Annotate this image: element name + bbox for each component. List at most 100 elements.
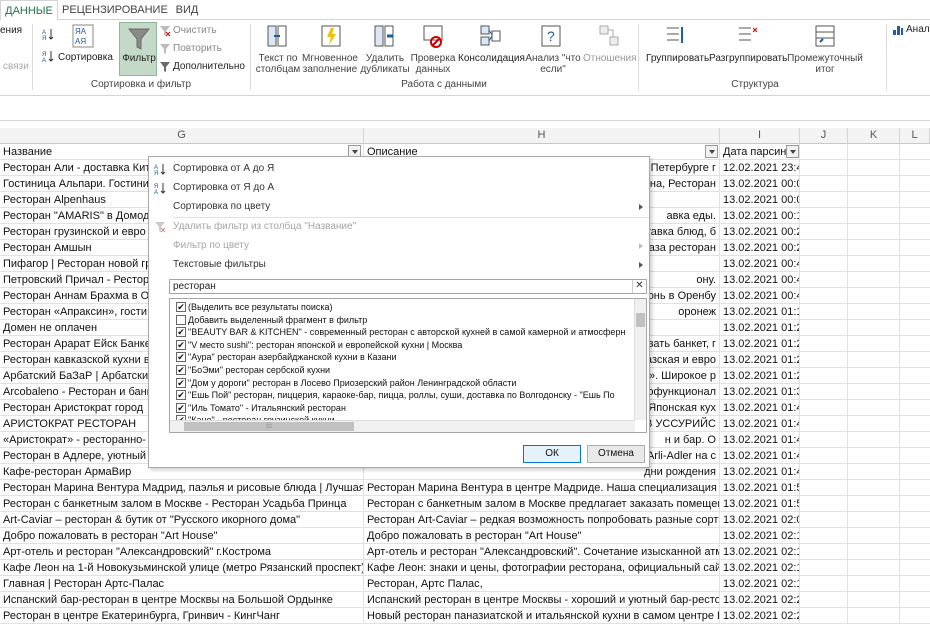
- analysis-button[interactable]: Анализ: [906, 24, 930, 36]
- cell-date[interactable]: 13.02.2021 01:48:57: [720, 464, 800, 480]
- subtotal-button[interactable]: Промежуточный итог: [784, 53, 866, 75]
- cell-desc[interactable]: Испанский ресторан в центре Москвы - хор…: [364, 592, 720, 608]
- cell-k[interactable]: [848, 320, 900, 336]
- cell-date[interactable]: 13.02.2021 01:45:48: [720, 416, 800, 432]
- cell-j[interactable]: [800, 400, 848, 416]
- clear-button[interactable]: Очистить: [173, 25, 217, 37]
- sort-dialog-icon[interactable]: ЯААЯ: [72, 24, 94, 48]
- cell-k[interactable]: [848, 432, 900, 448]
- cell-j[interactable]: [800, 560, 848, 576]
- cell-date[interactable]: 13.02.2021 02:06:28: [720, 512, 800, 528]
- cell-date[interactable]: 13.02.2021 01:24:42: [720, 320, 800, 336]
- cell-j[interactable]: [800, 448, 848, 464]
- filter-list-item[interactable]: ✔ "Дом у дороги" ресторан в Лосево Приозе…: [176, 377, 516, 389]
- cell-k[interactable]: [848, 144, 900, 160]
- cell-name[interactable]: Главная | Ресторан Артс-Палас: [0, 576, 364, 592]
- cell-j[interactable]: [800, 592, 848, 608]
- tab-data[interactable]: ДАННЫЕ: [0, 0, 58, 21]
- tab-review[interactable]: РЕЦЕНЗИРОВАНИЕ: [62, 0, 168, 20]
- cell-k[interactable]: [848, 528, 900, 544]
- cell-date[interactable]: 13.02.2021 02:15:25: [720, 576, 800, 592]
- cell-date[interactable]: 13.02.2021 01:45:46: [720, 400, 800, 416]
- menu-sort-za[interactable]: Сортировка от Я до А: [173, 182, 274, 194]
- cell-date[interactable]: 13.02.2021 00:46:14: [720, 272, 800, 288]
- clear-search-icon[interactable]: ✕: [632, 280, 646, 293]
- cell-k[interactable]: [848, 560, 900, 576]
- cell-k[interactable]: [848, 288, 900, 304]
- cell-k[interactable]: [848, 352, 900, 368]
- filter-search-field[interactable]: ресторан ✕: [169, 279, 647, 294]
- ok-button[interactable]: ОК: [523, 445, 581, 463]
- checkbox[interactable]: ✔: [176, 377, 186, 388]
- cell-k[interactable]: [848, 192, 900, 208]
- cell-j[interactable]: [800, 464, 848, 480]
- cell-j[interactable]: [800, 576, 848, 592]
- cell-desc[interactable]: Ресторан, Артс Палас,: [364, 576, 720, 592]
- cell-date[interactable]: 13.02.2021 01:57:23: [720, 496, 800, 512]
- cell-name[interactable]: Ресторан Марина Вентура Мадрид, паэлья и…: [0, 480, 364, 496]
- cell-date[interactable]: 13.02.2021 00:29:25: [720, 240, 800, 256]
- cell-name[interactable]: Ресторан в центре Екатеринбурга, Гринвич…: [0, 608, 364, 624]
- cell-j[interactable]: [800, 480, 848, 496]
- col-header-h[interactable]: H: [364, 128, 720, 144]
- cell-k[interactable]: [848, 512, 900, 528]
- cell-k[interactable]: [848, 272, 900, 288]
- cell-date[interactable]: 13.02.2021 02:10:53: [720, 528, 800, 544]
- cell-desc[interactable]: Новый ресторан паназиатской и итальянско…: [364, 608, 720, 624]
- cell-k[interactable]: [848, 384, 900, 400]
- cell-date[interactable]: 13.02.2021 00:02:24: [720, 192, 800, 208]
- menu-clear-filter[interactable]: Удалить фильтр из столбца "Название": [173, 221, 356, 233]
- cell-k[interactable]: [848, 416, 900, 432]
- connections-fragment[interactable]: ения: [0, 25, 22, 37]
- cell-k[interactable]: [848, 400, 900, 416]
- group-button[interactable]: Группировать: [646, 53, 709, 65]
- cell-j[interactable]: [800, 432, 848, 448]
- cell-k[interactable]: [848, 256, 900, 272]
- advanced-button[interactable]: Дополнительно: [173, 61, 245, 73]
- filter-list-item[interactable]: ✔ "БоЭми" ресторан сербской кухни: [176, 364, 330, 376]
- menu-text-filters[interactable]: Текстовые фильтры: [173, 259, 266, 271]
- cell-k[interactable]: [848, 368, 900, 384]
- cell-date[interactable]: 12.02.2021 23:40:12: [720, 160, 800, 176]
- cell-desc[interactable]: Добро пожаловать в ресторан "Art House": [364, 528, 720, 544]
- reapply-button[interactable]: Повторить: [173, 43, 222, 55]
- cell-j[interactable]: [800, 272, 848, 288]
- cell-j[interactable]: [800, 384, 848, 400]
- menu-sort-az[interactable]: Сортировка от А до Я: [173, 163, 274, 175]
- cell-j[interactable]: [800, 192, 848, 208]
- cell-name[interactable]: Добро пожаловать в ресторан "Art House": [0, 528, 364, 544]
- checkbox[interactable]: ✔: [176, 365, 186, 375]
- filter-list-item[interactable]: ✔ "Ешь Пой" ресторан, пиццерия, караоке-б…: [176, 389, 615, 401]
- consolidate-button[interactable]: Консолидация: [458, 53, 525, 65]
- cell-k[interactable]: [848, 544, 900, 560]
- filter-list-item[interactable]: ✔ "V место sushi": ресторан японской и ев…: [176, 339, 462, 351]
- text-to-columns-button[interactable]: Текст по столбцам: [254, 53, 302, 75]
- cell-k[interactable]: [848, 592, 900, 608]
- cell-j[interactable]: [800, 544, 848, 560]
- cell-desc[interactable]: Арт-отель и ресторан "Александровский". …: [364, 544, 720, 560]
- cell-date[interactable]: 13.02.2021 00:02:07: [720, 176, 800, 192]
- cell-name[interactable]: Ресторан с банкетным залом в Москве - Ре…: [0, 496, 364, 512]
- data-validation-button[interactable]: Проверка данных: [410, 53, 456, 75]
- cell-j[interactable]: [800, 368, 848, 384]
- checkbox[interactable]: ✔: [176, 302, 186, 312]
- filter-list-item[interactable]: ✔ "Аура" ресторан азербайджанской кухни в…: [176, 351, 397, 363]
- cell-date[interactable]: 13.02.2021 01:48:30: [720, 448, 800, 464]
- checkbox[interactable]: ✔: [176, 339, 186, 350]
- cell-date[interactable]: 13.02.2021 01:15:24: [720, 304, 800, 320]
- vertical-scrollbar[interactable]: [634, 299, 646, 420]
- cell-j[interactable]: [800, 608, 848, 624]
- cell-date[interactable]: 13.02.2021 02:10:59: [720, 544, 800, 560]
- cell-j[interactable]: [800, 416, 848, 432]
- flash-fill-button[interactable]: Мгновенное заполнение: [300, 53, 360, 75]
- scroll-grip[interactable]: ⁞⁞⁞: [184, 422, 354, 431]
- cell-k[interactable]: [848, 480, 900, 496]
- remove-duplicates-button[interactable]: Удалить дубликаты: [360, 53, 410, 75]
- filter-dropdown-date[interactable]: [786, 145, 799, 158]
- relationships-button[interactable]: Отношения: [583, 53, 637, 65]
- checkbox[interactable]: ✔: [176, 390, 186, 401]
- cell-k[interactable]: [848, 336, 900, 352]
- cell-j[interactable]: [800, 208, 848, 224]
- cell-k[interactable]: [848, 464, 900, 480]
- ungroup-button[interactable]: Разгруппировать: [709, 53, 787, 65]
